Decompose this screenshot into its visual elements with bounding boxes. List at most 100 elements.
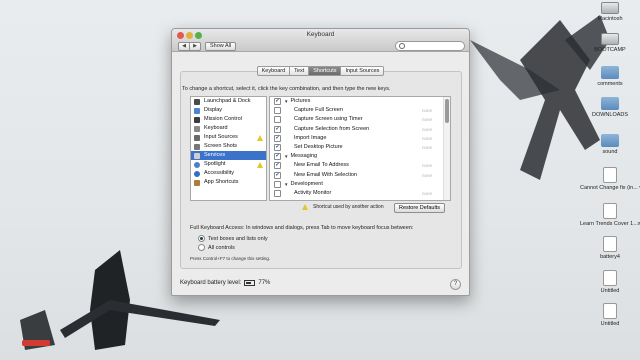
shortcut-row[interactable]: Activity Monitor none bbox=[270, 189, 450, 198]
checkbox[interactable] bbox=[274, 125, 281, 133]
shortcut-group-pictures[interactable]: ▼Pictures bbox=[270, 97, 450, 106]
shortcut-keys[interactable]: none bbox=[422, 171, 432, 180]
shortcut-row[interactable]: Capture Selection from Screennone bbox=[270, 125, 450, 134]
category-keyboard[interactable]: Keyboard bbox=[191, 124, 266, 133]
radio-text-boxes[interactable]: Text boxes and lists only bbox=[198, 235, 268, 242]
shortcut-row[interactable]: New Email With Selectionnone bbox=[270, 171, 450, 180]
tab-text[interactable]: Text bbox=[290, 66, 310, 76]
forward-arrow-icon[interactable]: ▶ bbox=[190, 42, 201, 51]
control-hint-text: Press Control+F7 to change this setting. bbox=[190, 256, 271, 261]
battery-level-row: Keyboard battery level: 77% bbox=[180, 280, 271, 286]
tab-shortcuts[interactable]: Shortcuts bbox=[309, 66, 342, 76]
shortcut-group-messaging[interactable]: ▼Messaging bbox=[270, 152, 450, 161]
disclosure-triangle-icon[interactable]: ▼ bbox=[284, 97, 288, 106]
radio-button[interactable] bbox=[198, 235, 205, 242]
category-app-shortcuts[interactable]: App Shortcuts bbox=[191, 178, 266, 187]
category-list: Launchpad & Dock Display Mission Control… bbox=[190, 96, 267, 201]
scrollbar-thumb[interactable] bbox=[445, 99, 449, 123]
video-file-icon bbox=[603, 167, 617, 183]
category-services[interactable]: Services bbox=[191, 151, 266, 160]
checkbox[interactable] bbox=[274, 189, 281, 197]
app-shortcuts-icon bbox=[194, 179, 200, 186]
shortcut-group-development[interactable]: ▼ Development bbox=[270, 180, 450, 189]
spotlight-icon bbox=[194, 161, 200, 168]
shortcut-keys[interactable]: none bbox=[422, 134, 432, 143]
shortcut-keys[interactable]: none bbox=[422, 106, 432, 115]
shortcut-row[interactable]: Capture Screen using Timer none bbox=[270, 115, 450, 124]
window-title: Keyboard bbox=[306, 31, 335, 38]
hard-drive-icon bbox=[601, 2, 619, 14]
show-all-button[interactable]: Show All bbox=[205, 42, 237, 51]
shortcut-keys[interactable]: none bbox=[422, 161, 432, 170]
shortcut-keys[interactable]: none bbox=[422, 125, 432, 134]
desktop-icon-comments[interactable]: comments bbox=[580, 66, 640, 87]
file-icon bbox=[603, 270, 617, 286]
search-input[interactable] bbox=[395, 41, 465, 51]
checkbox[interactable] bbox=[274, 180, 281, 188]
checkbox[interactable] bbox=[274, 134, 281, 142]
disclosure-triangle-icon[interactable]: ▼ bbox=[284, 152, 288, 161]
category-accessibility[interactable]: Accessibility bbox=[191, 169, 266, 178]
shortcut-keys[interactable]: none bbox=[422, 115, 432, 124]
shortcut-row[interactable]: Set Desktop Picturenone bbox=[270, 143, 450, 152]
nav-buttons: ◀ ▶ bbox=[178, 42, 201, 51]
file-icon bbox=[603, 303, 617, 319]
shortcut-row[interactable]: Import Imagenone bbox=[270, 134, 450, 143]
restore-defaults-button[interactable]: Restore Defaults bbox=[394, 203, 445, 213]
checkbox[interactable] bbox=[274, 116, 281, 124]
screenshot-icon bbox=[194, 143, 200, 150]
checkbox[interactable] bbox=[274, 107, 281, 115]
keyboard-icon bbox=[194, 125, 200, 132]
category-input-sources[interactable]: Input Sources bbox=[191, 133, 266, 142]
folder-icon bbox=[601, 66, 619, 79]
tab-input-sources[interactable]: Input Sources bbox=[341, 66, 385, 76]
category-spotlight[interactable]: Spotlight bbox=[191, 160, 266, 169]
full-keyboard-access-label: Full Keyboard Access: In windows and dia… bbox=[190, 225, 414, 231]
desktop-icon-untitled-1[interactable]: Untitled bbox=[580, 270, 640, 294]
desktop-icon-battery4[interactable]: battery4 bbox=[580, 236, 640, 260]
category-screen-shots[interactable]: Screen Shots bbox=[191, 142, 266, 151]
shortcut-list: ▼Pictures Capture Full Screennone Captur… bbox=[269, 96, 451, 201]
desktop-icon-video-1[interactable]: Cannot Change fix (in... vdm.mp4 bbox=[580, 167, 640, 191]
checkbox[interactable] bbox=[274, 162, 281, 170]
display-icon bbox=[194, 107, 200, 114]
title-bar[interactable]: Keyboard ◀ ▶ Show All bbox=[172, 29, 469, 52]
hard-drive-icon bbox=[601, 33, 619, 45]
category-display[interactable]: Display bbox=[191, 106, 266, 115]
video-file-icon bbox=[603, 203, 617, 219]
conflict-note: Shortcut used by another action bbox=[302, 204, 384, 210]
shortcut-keys[interactable]: none bbox=[422, 143, 432, 152]
shortcut-row[interactable]: New Email To Addressnone bbox=[270, 161, 450, 170]
back-arrow-icon[interactable]: ◀ bbox=[178, 42, 190, 51]
desktop-icon-bootcamp[interactable]: BOOTCAMP bbox=[580, 33, 640, 53]
checkbox[interactable] bbox=[274, 98, 281, 106]
desktop-icon-macintosh[interactable]: Macintosh bbox=[580, 2, 640, 22]
folder-icon bbox=[601, 97, 619, 110]
tab-bar: Keyboard Text Shortcuts Input Sources bbox=[172, 66, 469, 76]
input-sources-icon bbox=[194, 134, 200, 141]
tab-keyboard[interactable]: Keyboard bbox=[256, 66, 291, 76]
shortcut-row[interactable]: Capture Full Screen none bbox=[270, 106, 450, 115]
instructions-text: To change a shortcut, select it, click t… bbox=[182, 86, 391, 92]
checkbox[interactable] bbox=[274, 171, 281, 179]
radio-button[interactable] bbox=[198, 244, 205, 251]
checkbox[interactable] bbox=[274, 153, 281, 161]
desktop-icon-untitled-2[interactable]: Untitled bbox=[580, 303, 640, 327]
file-icon bbox=[603, 236, 617, 252]
desktop-icon-sound[interactable]: sound bbox=[580, 134, 640, 155]
disclosure-triangle-icon[interactable]: ▼ bbox=[284, 180, 288, 189]
desktop-icon-downloads[interactable]: DOWNLOADS bbox=[580, 97, 640, 118]
battery-icon bbox=[244, 280, 256, 286]
help-button[interactable]: ? bbox=[450, 279, 461, 290]
mission-control-icon bbox=[194, 116, 200, 123]
desktop-icon-video-2[interactable]: Learn Trends Cover 1...wmv.mp4 bbox=[580, 203, 640, 227]
checkbox[interactable] bbox=[274, 144, 281, 152]
services-icon bbox=[194, 152, 200, 159]
warning-icon bbox=[257, 161, 263, 168]
category-launchpad-dock[interactable]: Launchpad & Dock bbox=[191, 97, 266, 106]
search-icon bbox=[399, 43, 405, 49]
category-mission-control[interactable]: Mission Control bbox=[191, 115, 266, 124]
shortcut-keys[interactable]: none bbox=[422, 189, 432, 198]
radio-all-controls[interactable]: All controls bbox=[198, 244, 235, 251]
scrollbar[interactable] bbox=[443, 97, 450, 200]
